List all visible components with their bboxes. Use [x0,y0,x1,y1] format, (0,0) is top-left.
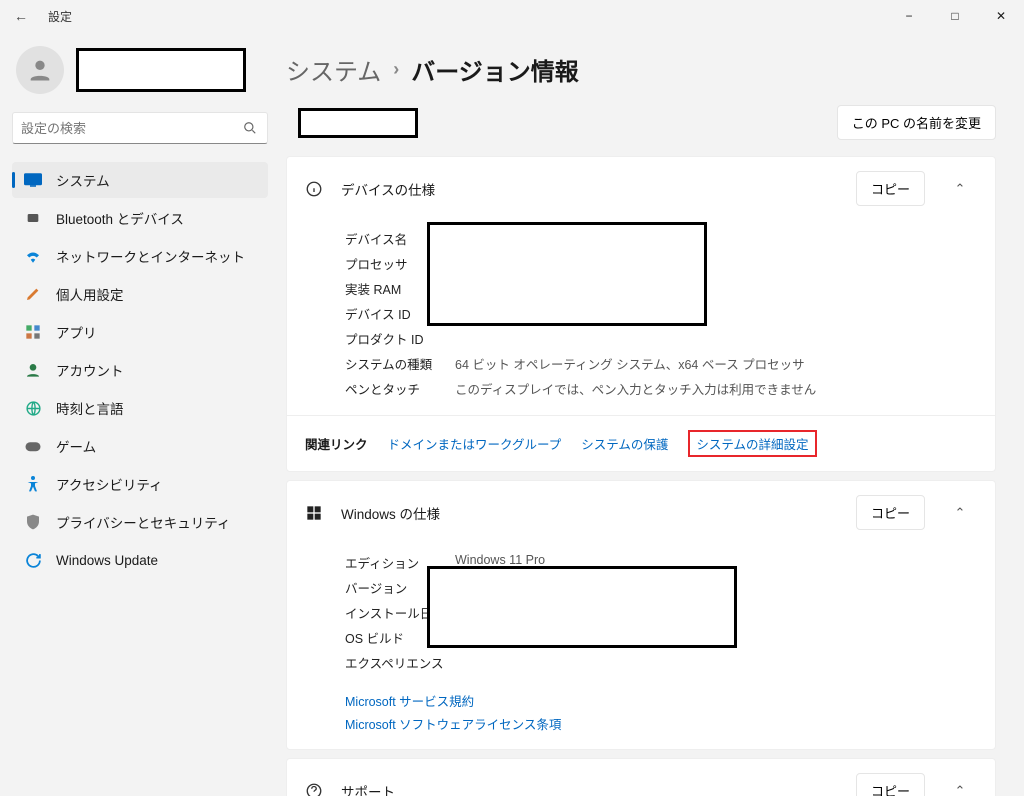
copy-windows-button[interactable]: コピー [856,495,925,530]
related-label: 関連リンク [305,434,368,453]
spec-label: プロダクト ID [345,329,455,348]
chevron-up-icon[interactable]: ⌃ [943,505,977,521]
close-button[interactable]: ✕ [978,0,1024,32]
link-domain[interactable]: ドメインまたはワークグループ [388,434,562,453]
title-bar: ← 設定 − □ ✕ [0,0,1024,32]
chevron-up-icon[interactable]: ⌃ [943,181,977,197]
link-ms-tos[interactable]: Microsoft サービス規約 [345,689,995,712]
accessibility-icon [24,475,42,493]
wifi-icon [24,247,42,265]
support-title: サポート [341,781,838,796]
windows-spec-title: Windows の仕様 [341,503,838,523]
sidebar-item-gaming[interactable]: ゲーム [12,428,268,464]
maximize-button[interactable]: □ [932,0,978,32]
sidebar-item-bluetooth[interactable]: Bluetooth とデバイス [12,200,268,236]
device-values-redacted [427,222,707,326]
sidebar-item-update[interactable]: Windows Update [12,542,268,578]
help-icon [305,782,323,796]
page-title: バージョン情報 [411,52,579,87]
spec-label: システムの種類 [345,354,455,373]
search-box[interactable] [12,112,268,144]
breadcrumb: システム › バージョン情報 [286,52,996,87]
spec-value: 64 ビット オペレーティング システム、x64 ベース プロセッサ [455,354,977,373]
nav-label: ゲーム [56,436,96,456]
device-spec-header[interactable]: デバイスの仕様 コピー ⌃ [287,157,995,220]
nav-label: アカウント [56,360,124,380]
brush-icon [24,285,42,303]
nav-label: アクセシビリティ [56,474,163,494]
copy-support-button[interactable]: コピー [856,773,925,796]
info-icon [305,180,323,198]
profile-block[interactable] [16,46,268,94]
copy-device-button[interactable]: コピー [856,171,925,206]
nav-label: プライバシーとセキュリティ [56,512,230,532]
nav-label: システム [56,170,110,190]
device-spec-card: デバイスの仕様 コピー ⌃ デバイス名 プロセッサ 実装 RAM デバイス ID… [286,156,996,472]
bluetooth-icon [24,209,42,227]
link-protection[interactable]: システムの保護 [581,434,668,453]
chevron-right-icon: › [393,59,399,80]
sidebar-item-privacy[interactable]: プライバシーとセキュリティ [12,504,268,540]
nav-label: Bluetooth とデバイス [56,208,184,228]
chevron-up-icon[interactable]: ⌃ [943,783,977,796]
update-icon [24,551,42,569]
breadcrumb-parent[interactable]: システム [286,52,381,87]
related-links: 関連リンク ドメインまたはワークグループ システムの保護 システムの詳細設定 [287,415,995,471]
spec-label: ペンとタッチ [345,379,455,398]
windows-spec-card: Windows の仕様 コピー ⌃ エディションWindows 11 Pro バ… [286,480,996,750]
sidebar-item-accounts[interactable]: アカウント [12,352,268,388]
support-header[interactable]: サポート コピー ⌃ [287,759,995,796]
sidebar-item-system[interactable]: システム [12,162,268,198]
main-content: システム › バージョン情報 この PC の名前を変更 デバイスの仕様 コピー … [280,32,1024,796]
device-spec-title: デバイスの仕様 [341,179,838,199]
minimize-button[interactable]: − [886,0,932,32]
person-icon [26,56,54,84]
sidebar-item-apps[interactable]: アプリ [12,314,268,350]
apps-icon [24,323,42,341]
sidebar-item-network[interactable]: ネットワークとインターネット [12,238,268,274]
sidebar-item-time[interactable]: 時刻と言語 [12,390,268,426]
rename-pc-button[interactable]: この PC の名前を変更 [837,105,996,140]
search-input[interactable] [21,121,241,136]
nav-list: システム Bluetooth とデバイス ネットワークとインターネット 個人用設… [12,162,268,578]
spec-value: このディスプレイでは、ペン入力とタッチ入力は利用できません [455,379,977,398]
nav-label: 個人用設定 [56,284,124,304]
back-button[interactable]: ← [12,8,30,24]
link-ms-license[interactable]: Microsoft ソフトウェアライセンス条項 [345,712,995,735]
avatar [16,46,64,94]
sidebar: システム Bluetooth とデバイス ネットワークとインターネット 個人用設… [0,32,280,796]
windows-icon [305,504,323,522]
shield-icon [24,513,42,531]
nav-label: アプリ [56,322,97,342]
link-advanced-system[interactable]: システムの詳細設定 [688,430,816,457]
game-icon [24,437,42,455]
profile-name-redacted [76,48,246,92]
display-icon [24,171,42,189]
windows-spec-header[interactable]: Windows の仕様 コピー ⌃ [287,481,995,544]
sidebar-item-personalization[interactable]: 個人用設定 [12,276,268,312]
nav-label: 時刻と言語 [56,398,124,418]
globe-icon [24,399,42,417]
spec-label: エクスペリエンス [345,653,455,672]
window-title: 設定 [48,8,72,25]
windows-values-redacted [427,566,737,648]
nav-label: Windows Update [56,553,158,568]
sidebar-item-accessibility[interactable]: アクセシビリティ [12,466,268,502]
search-icon [241,119,259,137]
support-card: サポート コピー ⌃ 製造元 電話 時間 Web サイト [286,758,996,796]
nav-label: ネットワークとインターネット [56,246,245,266]
pc-name-redacted [298,108,418,138]
accounts-icon [24,361,42,379]
